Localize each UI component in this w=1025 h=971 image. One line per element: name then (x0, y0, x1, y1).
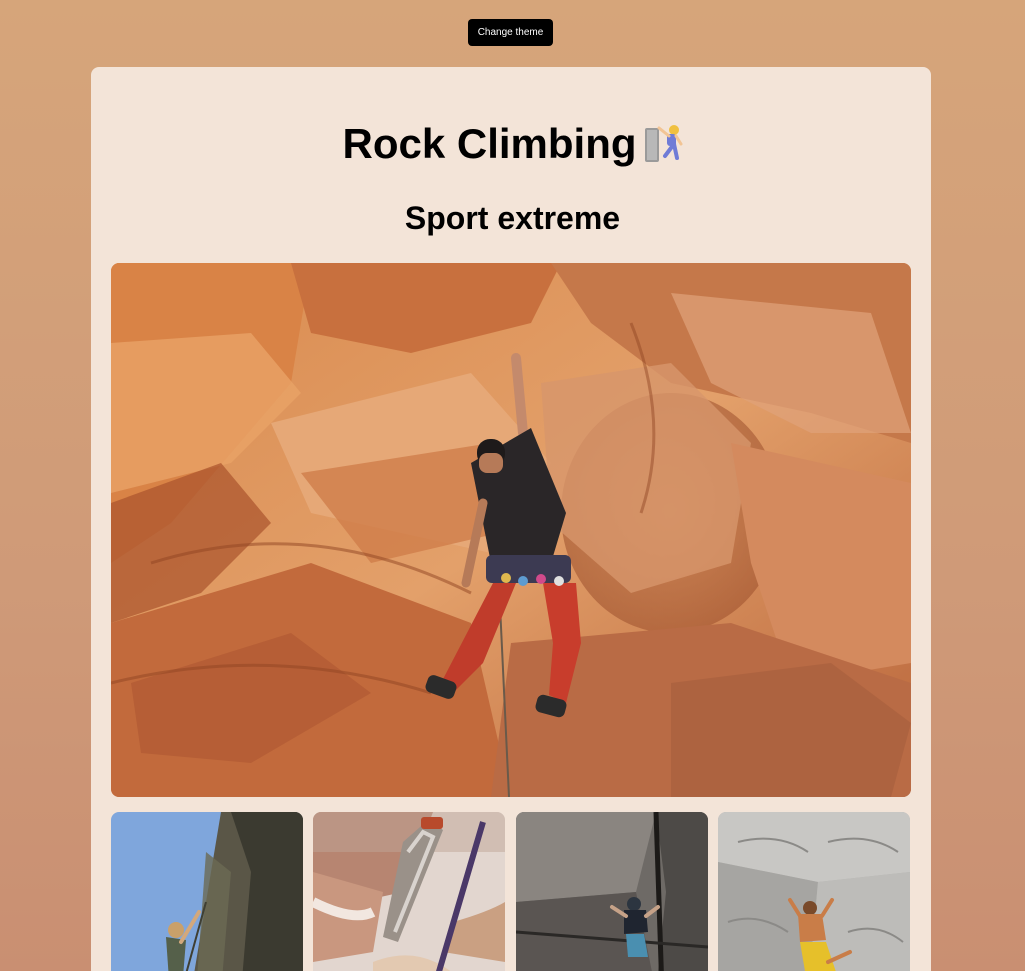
gallery-thumb-dark-crack (516, 812, 708, 971)
page-subtitle: Sport extreme (404, 200, 621, 236)
page-title: Rock Climbing (0, 118, 1025, 170)
gallery-thumb-grey-limestone (718, 812, 910, 971)
gallery-thumb-carabiner-hands (313, 812, 505, 971)
hero-photo (111, 263, 911, 797)
page-title-text: Rock Climbing (342, 120, 637, 167)
gallery-thumb-sky-cliff (111, 812, 303, 971)
person-climbing-icon (644, 125, 683, 162)
change-theme-button[interactable]: Change theme (468, 19, 553, 46)
